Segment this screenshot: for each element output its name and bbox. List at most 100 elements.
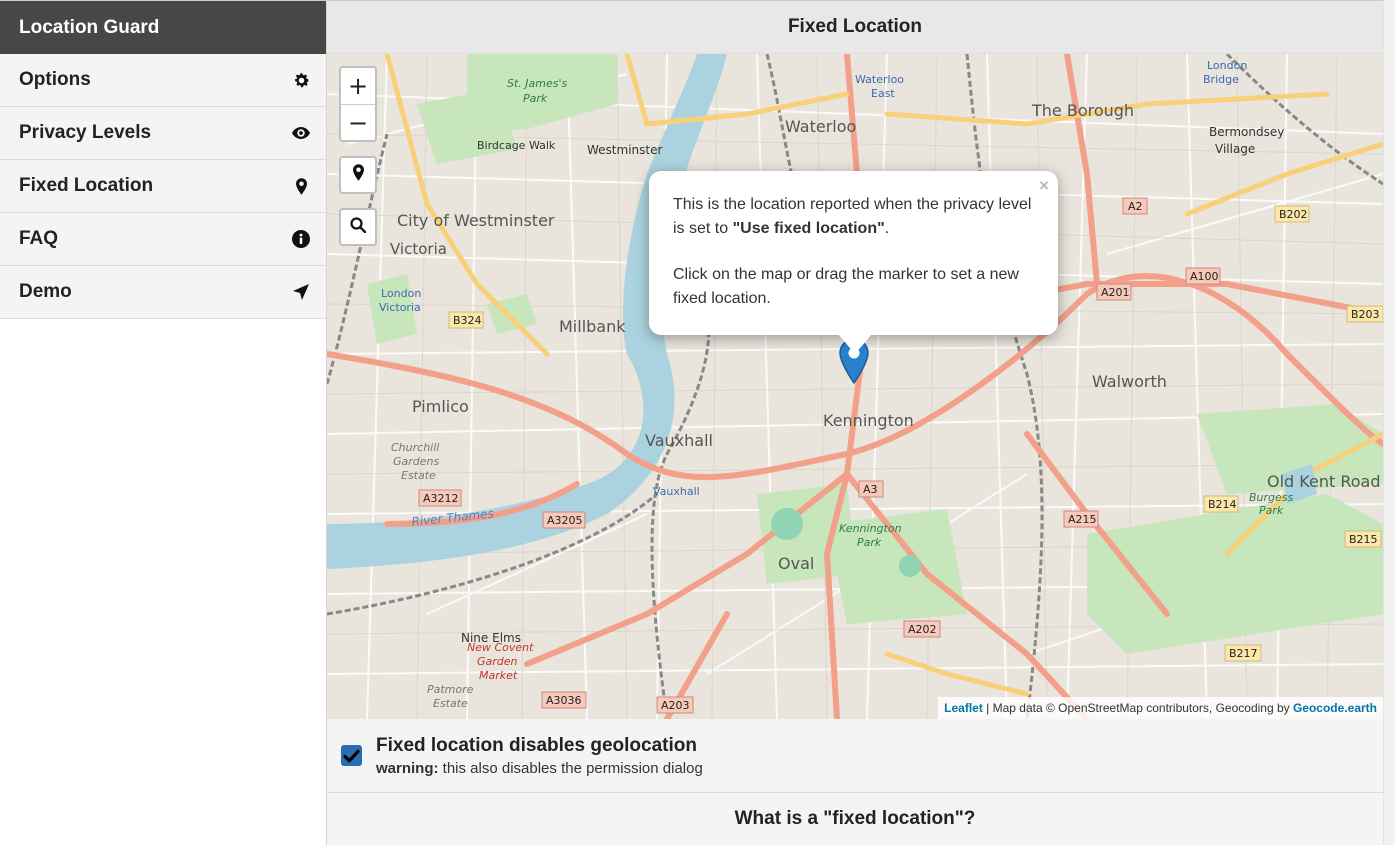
map-label: Old Kent Road — [1267, 472, 1380, 491]
fixed-location-option: Fixed location disables geolocation warn… — [327, 719, 1383, 793]
leaflet-link[interactable]: Leaflet — [944, 701, 983, 715]
map-label: London — [381, 287, 421, 300]
map-label: City of Westminster — [397, 211, 555, 230]
search-button[interactable] — [339, 208, 377, 246]
svg-text:B203: B203 — [1351, 308, 1380, 321]
road-shield: A202 — [903, 620, 941, 638]
sidebar-item-faq[interactable]: FAQ — [0, 213, 326, 266]
svg-text:A215: A215 — [1068, 513, 1097, 526]
svg-text:A3: A3 — [863, 483, 878, 496]
road-shield: A3212 — [418, 489, 462, 507]
svg-text:A201: A201 — [1101, 286, 1130, 299]
road-shield: A3205 — [542, 511, 586, 529]
road-shield: A201 — [1096, 283, 1132, 301]
geocode-earth-link[interactable]: Geocode.earth — [1293, 701, 1377, 715]
sidebar-item-label: FAQ — [19, 228, 59, 249]
search-icon — [350, 216, 367, 238]
road-shield: A100 — [1185, 267, 1221, 285]
gear-icon — [291, 70, 311, 90]
popup-hint: Click on the map or drag the marker to s… — [673, 266, 1019, 307]
sidebar-item-label: Options — [19, 69, 91, 90]
map-label: Garden — [477, 655, 518, 668]
popup-text: This is the location reported when the p… — [673, 196, 1032, 237]
road-shield: B214 — [1203, 495, 1239, 513]
svg-text:B202: B202 — [1279, 208, 1308, 221]
map-label: Victoria — [390, 240, 447, 258]
road-shield: B324 — [448, 311, 484, 329]
sidebar-item-fixed-location[interactable]: Fixed Location — [0, 160, 326, 213]
map-pin-icon — [352, 164, 364, 186]
map-label: Vauxhall — [653, 485, 700, 498]
option-title: Fixed location disables geolocation — [376, 735, 697, 756]
map-label: Park — [1259, 504, 1284, 517]
info-icon — [291, 229, 311, 249]
map-pin-icon — [291, 176, 311, 196]
map-label: Park — [857, 536, 882, 549]
map-label: Market — [479, 669, 518, 682]
svg-text:A2: A2 — [1128, 200, 1143, 213]
map-label: Estate — [401, 469, 436, 482]
main-panel: Fixed Location City of Westminster Victo… — [327, 0, 1383, 845]
map-label: Vauxhall — [645, 431, 713, 450]
map-label: Millbank — [559, 317, 626, 336]
map-label: Oval — [778, 554, 814, 573]
map-label: Gardens — [393, 455, 440, 468]
check-icon — [343, 749, 360, 762]
map-label: Westminster — [587, 143, 662, 157]
map-popup: × This is the location reported when the… — [649, 171, 1058, 354]
map-label: The Borough — [1031, 101, 1134, 120]
sidebar-item-options[interactable]: Options — [0, 54, 326, 107]
map[interactable]: City of Westminster Victoria Millbank Pi… — [327, 54, 1383, 719]
map-label: Burgess — [1249, 491, 1294, 504]
sidebar: Location Guard Options Privacy Levels Fi… — [0, 0, 327, 845]
map-label: St. James's — [507, 77, 568, 90]
eye-icon — [291, 123, 311, 143]
map-label: Pimlico — [412, 397, 469, 416]
svg-text:A203: A203 — [661, 699, 690, 712]
svg-text:B215: B215 — [1349, 533, 1378, 546]
map-label: Churchill — [391, 441, 439, 454]
page-title: Fixed Location — [327, 0, 1383, 54]
zoom-control: + − — [339, 66, 377, 142]
svg-text:A100: A100 — [1190, 270, 1219, 283]
option-warning: warning: this also disables the permissi… — [376, 760, 703, 777]
map-label: Bermondsey — [1209, 125, 1284, 139]
map-label: Waterloo — [785, 117, 856, 136]
map-label: New Covent — [467, 641, 534, 654]
map-label: East — [871, 87, 895, 100]
svg-text:B217: B217 — [1229, 647, 1258, 660]
map-label: Walworth — [1092, 372, 1167, 391]
road-shield: B215 — [1344, 530, 1382, 548]
road-shield: A215 — [1063, 510, 1099, 528]
map-label: Patmore — [427, 683, 474, 696]
map-label: Park — [523, 92, 548, 105]
svg-text:A3036: A3036 — [546, 694, 582, 707]
map-label: Kennington — [839, 522, 902, 535]
map-label: Victoria — [379, 301, 421, 314]
sidebar-item-label: Demo — [19, 281, 72, 302]
sidebar-item-demo[interactable]: Demo — [0, 266, 326, 319]
map-label: Birdcage Walk — [477, 139, 556, 152]
sidebar-item-label: Fixed Location — [19, 175, 154, 196]
map-label: Waterloo — [855, 73, 904, 86]
svg-text:A3212: A3212 — [423, 492, 459, 505]
road-shield: A2 — [1122, 197, 1148, 215]
road-shield: A3036 — [541, 691, 587, 709]
popup-tip — [838, 334, 872, 354]
svg-text:A3205: A3205 — [547, 514, 583, 527]
faq-heading[interactable]: What is a "fixed location"? — [327, 793, 1383, 845]
zoom-out-button[interactable]: − — [341, 104, 375, 140]
map-label: Bridge — [1203, 73, 1239, 86]
road-shield: A203 — [656, 696, 694, 714]
sidebar-item-privacy-levels[interactable]: Privacy Levels — [0, 107, 326, 160]
locate-button[interactable] — [339, 156, 377, 194]
disable-geolocation-checkbox[interactable] — [341, 745, 362, 766]
road-shield: B203 — [1346, 305, 1383, 323]
app-title: Location Guard — [0, 0, 326, 54]
map-label: Estate — [433, 697, 468, 710]
map-label: Kennington — [823, 411, 914, 430]
scrollbar[interactable] — [1383, 0, 1395, 845]
map-attribution: Leaflet | Map data © OpenStreetMap contr… — [938, 697, 1383, 719]
zoom-in-button[interactable]: + — [341, 68, 375, 104]
close-icon[interactable]: × — [1039, 174, 1049, 198]
